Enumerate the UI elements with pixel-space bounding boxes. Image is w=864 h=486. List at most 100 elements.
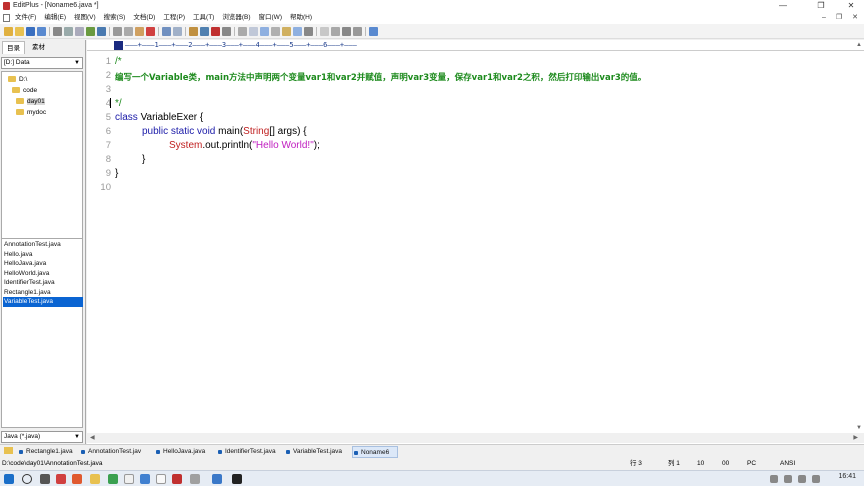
column-select-icon[interactable] — [293, 27, 302, 36]
volume-icon[interactable] — [798, 475, 806, 483]
chrome-icon[interactable] — [108, 474, 118, 484]
menu-file[interactable]: 文件(F) — [15, 12, 36, 24]
sort-icon[interactable] — [304, 27, 313, 36]
file-item[interactable]: AnnotationTest.java — [3, 240, 83, 250]
window-cascade-icon[interactable] — [331, 27, 340, 36]
scroll-right-arrow-icon[interactable]: ▶ — [853, 434, 858, 441]
font-icon[interactable] — [211, 27, 220, 36]
file-item-selected[interactable]: VariableTest.java — [3, 297, 83, 307]
doc-tab[interactable]: VariableTest.java — [285, 446, 342, 458]
network-icon[interactable] — [784, 475, 792, 483]
comment-close: */ — [115, 98, 122, 109]
menu-window[interactable]: 窗口(W) — [259, 12, 282, 24]
copy-icon[interactable] — [124, 27, 133, 36]
replace-icon[interactable] — [200, 27, 209, 36]
line-number: 1 — [105, 56, 111, 67]
undo-icon[interactable] — [162, 27, 171, 36]
code-editor[interactable]: ———+———1———+———2———+———3———+———4———+———5… — [87, 40, 864, 444]
scroll-down-arrow-icon[interactable]: ▼ — [856, 425, 862, 431]
app-icon-blue[interactable] — [140, 474, 150, 484]
tab-icon[interactable] — [282, 27, 291, 36]
ruler-cursor-marker — [114, 41, 123, 50]
folder-icon[interactable] — [4, 447, 13, 454]
terminal-icon[interactable] — [232, 474, 242, 484]
menu-edit[interactable]: 编辑(E) — [44, 12, 66, 24]
scroll-up-arrow-icon[interactable]: ▲ — [856, 42, 862, 48]
file-explorer-icon[interactable] — [90, 474, 100, 484]
app-icon-red[interactable] — [56, 474, 66, 484]
line-number: 5 — [105, 112, 111, 123]
code-line-2: 编写一个Variable类，main方法中声明两个变量var1和var2并赋值，… — [115, 71, 646, 83]
text-size-icon[interactable] — [222, 27, 231, 36]
line-number-icon[interactable] — [260, 27, 269, 36]
doc-close-button[interactable]: ✕ — [852, 12, 858, 24]
browser-icon[interactable] — [97, 27, 106, 36]
folder-item[interactable]: day01 — [16, 97, 45, 107]
app-icon[interactable] — [124, 474, 134, 484]
ruler-icon[interactable] — [249, 27, 258, 36]
menu-search[interactable]: 搜索(S) — [104, 12, 126, 24]
text-app-icon[interactable] — [156, 474, 166, 484]
output-window-icon[interactable] — [342, 27, 351, 36]
folder-item[interactable]: D:\ — [8, 75, 27, 85]
menu-tools[interactable]: 工具(T) — [193, 12, 214, 24]
app-icon-gray[interactable] — [190, 474, 200, 484]
preview-icon[interactable] — [75, 27, 84, 36]
fullscreen-icon[interactable] — [353, 27, 362, 36]
delete-icon[interactable] — [146, 27, 155, 36]
file-item[interactable]: HelloWorld.java — [3, 269, 83, 279]
save-icon[interactable] — [26, 27, 35, 36]
save-all-icon[interactable] — [37, 27, 46, 36]
menu-help[interactable]: 帮助(H) — [290, 12, 312, 24]
print-icon[interactable] — [53, 27, 62, 36]
redo-icon[interactable] — [173, 27, 182, 36]
windows-start-icon[interactable] — [4, 474, 14, 484]
spell-check-icon[interactable] — [86, 27, 95, 36]
folder-item[interactable]: mydoc — [16, 108, 46, 118]
doc-tab[interactable]: AnnotationTest.jav — [80, 446, 141, 458]
task-view-icon[interactable] — [40, 474, 50, 484]
menu-view[interactable]: 视图(V) — [74, 12, 96, 24]
cut-icon[interactable] — [113, 27, 122, 36]
horizontal-scrollbar[interactable]: ◀ ▶ — [87, 433, 864, 443]
file-item[interactable]: Hello.java — [3, 250, 83, 260]
app-icon-blue-2[interactable] — [212, 474, 222, 484]
menu-document[interactable]: 文档(D) — [133, 12, 155, 24]
app-icon-orange[interactable] — [72, 474, 82, 484]
file-filter-select[interactable]: Java (*.java) ▼ — [1, 431, 83, 443]
whitespace-icon[interactable] — [271, 27, 280, 36]
menu-browser[interactable]: 浏览器(B) — [222, 12, 250, 24]
settings-icon[interactable] — [369, 27, 378, 36]
scroll-left-arrow-icon[interactable]: ◀ — [90, 434, 95, 441]
search-icon[interactable] — [22, 474, 32, 484]
open-folder-icon[interactable] — [15, 27, 24, 36]
find-icon[interactable] — [189, 27, 198, 36]
word-wrap-icon[interactable] — [238, 27, 247, 36]
print-preview-icon[interactable] — [64, 27, 73, 36]
doc-restore-button[interactable]: ❐ — [836, 12, 842, 24]
file-item[interactable]: Rectangle1.java — [3, 288, 83, 298]
drive-select[interactable]: [D:] Data ▼ — [1, 57, 83, 69]
doc-tab[interactable]: HelloJava.java — [155, 446, 205, 458]
file-item[interactable]: IdentifierTest.java — [3, 278, 83, 288]
maximize-button[interactable]: ❐ — [808, 0, 834, 12]
ime-icon[interactable] — [812, 475, 820, 483]
tab-cliptext[interactable]: 素材 — [28, 41, 49, 54]
paste-icon[interactable] — [135, 27, 144, 36]
close-button[interactable]: ✕ — [838, 0, 864, 12]
window-tile-icon[interactable] — [320, 27, 329, 36]
menu-project[interactable]: 工程(P) — [163, 12, 185, 24]
taskbar-clock[interactable]: 16:41 — [838, 473, 856, 480]
new-file-icon[interactable] — [4, 27, 13, 36]
doc-tab-active[interactable]: Noname6 — [352, 446, 399, 458]
status-encoding: ANSI — [780, 460, 796, 467]
editplus-taskbar-icon[interactable] — [172, 474, 182, 484]
doc-tab[interactable]: Rectangle1.java — [18, 446, 73, 458]
doc-tab[interactable]: IdentifierTest.java — [217, 446, 276, 458]
minimize-button[interactable]: — — [770, 0, 796, 12]
file-item[interactable]: HelloJava.java — [3, 259, 83, 269]
tab-directory[interactable]: 目录 — [2, 41, 25, 54]
folder-item[interactable]: code — [12, 86, 37, 96]
doc-minimize-button[interactable]: – — [822, 12, 826, 24]
tray-icon[interactable] — [770, 475, 778, 483]
